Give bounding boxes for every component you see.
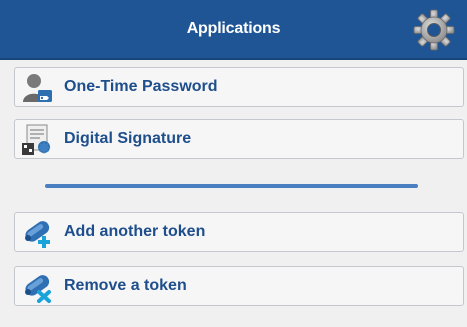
menu-item-add-token[interactable]: Add another token xyxy=(14,212,464,252)
page-title: Applications xyxy=(186,20,281,37)
menu-item-one-time-password[interactable]: One-Time Password xyxy=(14,67,464,107)
certificate-icon xyxy=(20,123,54,157)
menu-item-label: Add another token xyxy=(64,223,206,240)
menu-item-label: One-Time Password xyxy=(64,78,218,95)
token-remove-icon xyxy=(20,270,54,304)
menu-item-digital-signature[interactable]: Digital Signature xyxy=(14,119,464,159)
app-header: Applications xyxy=(0,0,467,60)
menu-item-label: Digital Signature xyxy=(64,130,192,147)
token-add-icon xyxy=(20,216,54,250)
menu-item-remove-token[interactable]: Remove a token xyxy=(14,266,464,306)
gear-icon[interactable] xyxy=(412,8,456,52)
menu-item-label: Remove a token xyxy=(64,277,187,294)
user-key-icon xyxy=(20,71,54,105)
section-divider xyxy=(45,184,418,188)
